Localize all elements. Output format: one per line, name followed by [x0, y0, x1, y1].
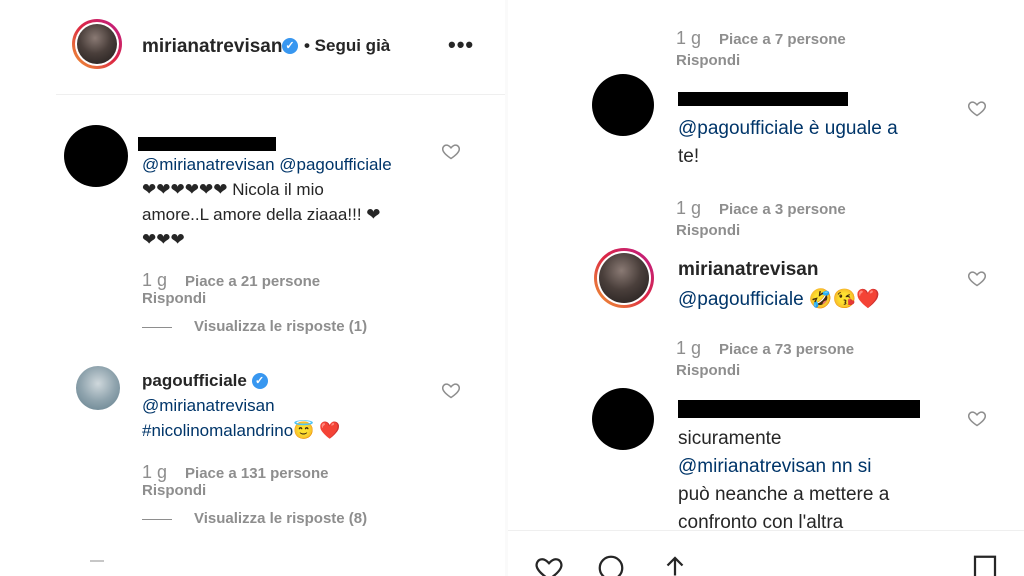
comment-line: amore..L amore della ziaaa!!! ❤ — [142, 205, 381, 224]
comment-bubble-icon[interactable] — [594, 553, 628, 576]
comment-line: ❤❤❤❤❤❤ Nicola il mio — [142, 180, 324, 199]
comment-mention[interactable]: @mirianatrevisan nn si — [678, 456, 872, 477]
commenter-username[interactable]: pagoufficiale — [142, 371, 247, 390]
redacted-username — [678, 400, 920, 418]
view-replies-label: Visualizza le risposte (8) — [194, 510, 368, 527]
reply-button[interactable]: Rispondi — [676, 52, 740, 69]
comment-text: @pagoufficiale è uguale a te! — [678, 115, 978, 171]
following-status-button[interactable]: • Segui già — [304, 36, 390, 56]
comment-line: può neanche a mettere a — [678, 484, 890, 505]
comment-mention[interactable]: @mirianatrevisan — [142, 396, 275, 415]
comment-hashtag[interactable]: #nicolinomalandrino😇 ❤️ — [142, 421, 340, 440]
heart-outline-icon[interactable] — [441, 141, 461, 161]
comment-meta: 1 g Piace a 3 persone — [676, 198, 846, 219]
commenter-avatar-redacted[interactable] — [64, 125, 128, 187]
comment-likes[interactable]: Piace a 7 persone — [719, 31, 846, 48]
more-options-icon[interactable]: ••• — [448, 32, 474, 58]
heart-outline-icon[interactable] — [967, 408, 987, 428]
heart-outline-icon[interactable] — [441, 380, 461, 400]
comment-meta: 1 g Piace a 131 persone — [142, 462, 328, 483]
author-username[interactable]: mirianatrevisan — [142, 36, 282, 58]
view-replies-label: Visualizza le risposte (1) — [194, 318, 368, 335]
comment-likes[interactable]: Piace a 21 persone — [185, 273, 320, 290]
comment-likes[interactable]: Piace a 73 persone — [719, 341, 854, 358]
reply-button[interactable]: Rispondi — [676, 362, 740, 379]
verified-icon: ✓ — [251, 372, 268, 389]
comment-meta: 1 g Piace a 73 persone — [676, 338, 854, 359]
comment-mention[interactable]: @pagoufficiale 🤣😘❤️ — [678, 289, 880, 310]
comment-mention[interactable]: @pagoufficiale è uguale a — [678, 118, 898, 139]
partial-next-comment — [90, 560, 104, 562]
comment-mentions[interactable]: @mirianatrevisan @pagoufficiale — [142, 155, 392, 174]
comment-text: sicuramente @mirianatrevisan nn si può n… — [678, 425, 978, 537]
comment-likes[interactable]: Piace a 3 persone — [719, 201, 846, 218]
comment-time: 1 g — [142, 270, 168, 290]
comment-line: ❤❤❤ — [142, 230, 185, 249]
redacted-username — [138, 137, 276, 151]
comment-likes[interactable]: Piace a 131 persone — [185, 465, 328, 482]
like-heart-icon[interactable] — [532, 553, 566, 576]
share-arrow-icon[interactable] — [658, 553, 692, 576]
commenter-avatar[interactable] — [76, 366, 120, 410]
comment-time: 1 g — [676, 338, 702, 358]
view-replies-button[interactable]: Visualizza le risposte (1) — [142, 318, 367, 335]
reply-button[interactable]: Rispondi — [676, 222, 740, 239]
comment-text: pagoufficiale ✓ @mirianatrevisan #nicoli… — [142, 368, 442, 443]
comment-line: te! — [678, 146, 700, 167]
comment-time: 1 g — [676, 198, 702, 218]
commenter-avatar-redacted[interactable] — [592, 74, 654, 136]
verified-icon: ✓ — [282, 38, 298, 54]
comment-line: sicuramente — [678, 428, 782, 449]
redacted-username — [678, 92, 848, 106]
right-comments-panel: 1 g Piace a 7 persone Rispondi @pagouffic… — [508, 0, 1024, 576]
commenter-avatar-redacted[interactable] — [592, 388, 654, 450]
comment-text: @mirianatrevisan @pagoufficiale ❤❤❤❤❤❤ N… — [142, 152, 442, 252]
heart-outline-icon[interactable] — [967, 268, 987, 288]
comment-text: mirianatrevisan @pagoufficiale 🤣😘❤️ — [678, 255, 978, 315]
comment-time: 1 g — [142, 462, 168, 482]
bookmark-icon[interactable] — [970, 553, 1000, 576]
commenter-username[interactable]: mirianatrevisan — [678, 259, 818, 280]
reply-button[interactable]: Rispondi — [142, 482, 206, 499]
left-comments-panel: mirianatrevisan ✓ • Segui già ••• @miria… — [0, 0, 506, 576]
comment-meta: 1 g Piace a 21 persone — [142, 270, 320, 291]
post-action-bar — [508, 530, 1024, 576]
commenter-avatar[interactable] — [594, 248, 654, 308]
comment-time: 1 g — [676, 28, 702, 48]
post-header: mirianatrevisan ✓ • Segui già ••• — [56, 0, 505, 95]
reply-button[interactable]: Rispondi — [142, 290, 206, 307]
heart-outline-icon[interactable] — [967, 98, 987, 118]
comment-meta: 1 g Piace a 7 persone — [676, 28, 846, 49]
author-avatar[interactable] — [72, 19, 122, 69]
view-replies-button[interactable]: Visualizza le risposte (8) — [142, 510, 367, 527]
